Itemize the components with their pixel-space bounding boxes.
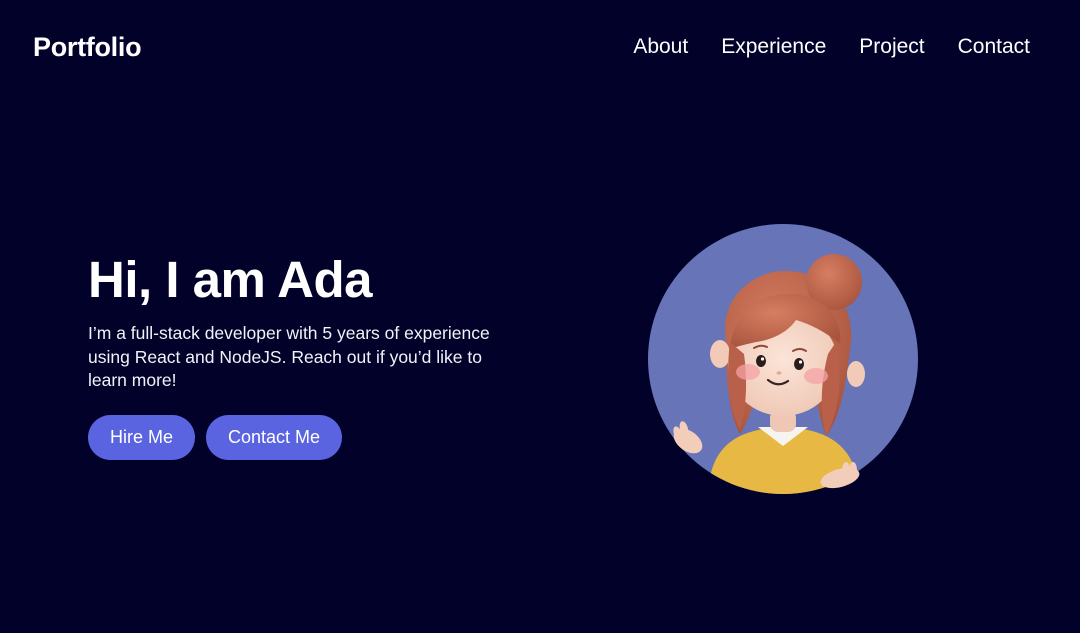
hire-me-button[interactable]: Hire Me [88, 414, 196, 460]
logo[interactable]: Portfolio [33, 30, 142, 64]
nav-link-experience[interactable]: Experience [721, 33, 826, 61]
avatar [648, 224, 918, 494]
hero-title: Hi, I am Ada [88, 251, 373, 308]
nav-links: About Experience Project Contact [633, 33, 1030, 61]
hero-description: I’m a full-stack developer with 5 years … [88, 323, 490, 390]
cartoon-girl-avatar-icon [648, 224, 918, 494]
contact-me-button[interactable]: Contact Me [206, 414, 343, 460]
nav-link-about[interactable]: About [633, 33, 688, 61]
nav-link-contact[interactable]: Contact [958, 33, 1030, 61]
navbar: Portfolio About Experience Project Conta… [0, 0, 1080, 94]
nav-link-project[interactable]: Project [859, 33, 924, 61]
hero-buttons: Hire Me Contact Me [88, 414, 508, 460]
portfolio-page: Portfolio About Experience Project Conta… [0, 0, 1080, 633]
hero-section: Hi, I am Ada I’m a full-stack developer … [88, 250, 508, 460]
